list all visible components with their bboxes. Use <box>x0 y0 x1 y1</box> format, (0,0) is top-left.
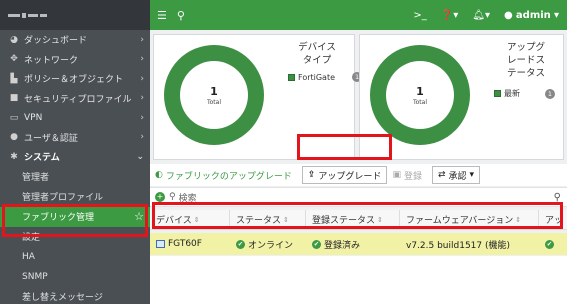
upgrade-status-legend: 最新 1 <box>494 88 555 99</box>
monitor-icon: ▭ <box>9 112 19 123</box>
sidebar-sub-fabric-management[interactable]: ファブリック管理 ☆ <box>0 206 150 227</box>
column-header-upgrade[interactable]: アッ <box>539 210 567 230</box>
fortigate-device-icon <box>156 240 165 248</box>
device-type-title: デバイス タイプ <box>298 42 336 66</box>
sort-icon: ⇕ <box>193 215 200 224</box>
sidebar-sub-admin-profiles[interactable]: 管理者プロファイル <box>0 187 150 207</box>
device-total-label: Total <box>206 98 221 106</box>
sidebar-item-vpn[interactable]: ▭ VPN › <box>0 108 150 128</box>
gear-icon: ✱ <box>10 151 18 162</box>
star-icon[interactable]: ☆ <box>134 210 144 223</box>
search-input[interactable]: 検索 <box>179 191 197 204</box>
admin-menu[interactable]: ● admin ▾ <box>504 10 559 21</box>
sidebar-sub-ha[interactable]: HA <box>0 247 150 267</box>
legend-swatch <box>288 73 295 81</box>
cli-console-icon[interactable]: >_ <box>413 10 426 21</box>
upgrade-button[interactable]: ⇪ アップグレード <box>301 166 388 184</box>
add-icon[interactable]: + <box>155 192 165 202</box>
caret-down-icon: ▾ <box>469 170 475 180</box>
sidebar-header <box>0 0 150 30</box>
sidebar-item-network[interactable]: ✥ ネットワーク › <box>0 50 150 70</box>
chevron-right-icon: › <box>140 112 144 123</box>
sidebar-sub-settings[interactable]: 設定 <box>0 227 150 247</box>
sidebar-item-security-profiles[interactable]: ■ セキュリティプロファイル › <box>0 89 150 109</box>
upgrade-total-label: Total <box>412 98 427 106</box>
upgrade-status-widget: 1 Total アップグ レードス テータス 最新 1 <box>359 34 564 160</box>
chevron-right-icon: › <box>140 73 144 84</box>
policy-icon: ▙ <box>10 73 18 84</box>
chevron-right-icon: › <box>140 54 144 65</box>
chevron-right-icon: › <box>140 132 144 143</box>
table-header: デバイス ⇕ ステータス ⇕ 登録ステータス ⇕ ファームウェアバージョン ⇕ アッ <box>150 209 567 230</box>
search-submit-icon[interactable]: ⚲ <box>554 192 561 203</box>
sidebar-item-policy[interactable]: ▙ ポリシー＆オブジェクト › <box>0 69 150 89</box>
upload-icon: ⇪ <box>307 170 316 180</box>
user-avatar-icon: ● <box>504 9 513 21</box>
legend-swatch <box>494 90 501 97</box>
device-total-count: 1 <box>210 84 218 98</box>
upgrade-status-donut: 1 Total <box>370 45 470 145</box>
column-header-status[interactable]: ステータス ⇕ <box>230 209 306 230</box>
check-circle-icon: ✔ <box>545 239 554 249</box>
sidebar-item-dashboard[interactable]: ◕ ダッシュボード › <box>0 30 150 50</box>
count-badge: 1 <box>545 88 555 99</box>
table-row[interactable]: FGT60F ✔ オンライン ✔ 登録済み v7.2.5 build1517 (機能… <box>150 233 567 255</box>
device-type-widget: 1 Total デバイス タイプ FortiGate 1 <box>153 34 363 160</box>
user-icon: ● <box>10 132 18 143</box>
check-circle-icon: ✔ <box>312 239 321 249</box>
cell-status: ✔ オンライン <box>236 239 294 251</box>
top-bar: ☰ ⚲ >_ ❓▾ 🔔︎▾ ● admin ▾ <box>150 0 567 30</box>
cell-device: FGT60F <box>150 233 230 255</box>
chevron-down-icon: ⌄ <box>136 151 144 162</box>
help-icon[interactable]: ❓▾ <box>441 10 458 21</box>
swap-icon: ⇄ <box>437 170 446 180</box>
search-icon[interactable]: ⚲ <box>177 9 185 22</box>
fortinet-logo <box>8 12 47 18</box>
column-header-device[interactable]: デバイス ⇕ <box>150 209 230 230</box>
sort-icon: ⇕ <box>515 215 522 224</box>
chevron-right-icon: › <box>140 93 144 104</box>
check-circle-icon: ✔ <box>236 239 245 249</box>
chevron-right-icon: › <box>140 34 144 45</box>
dashboard-icon: ◕ <box>10 34 18 45</box>
approve-dropdown[interactable]: ⇄ 承認 ▾ <box>431 166 481 184</box>
sidebar-sub-administrators[interactable]: 管理者 <box>0 167 150 187</box>
register-button[interactable]: ▣ 登録 <box>387 166 427 184</box>
column-header-registration[interactable]: 登録ステータス ⇕ <box>306 209 400 230</box>
register-icon: ▣ <box>392 170 401 180</box>
search-row: + ⚲ 検索 ⚲ <box>150 187 567 207</box>
upgrade-status-title: アップグ レードス テータス <box>506 42 545 79</box>
network-icon: ✥ <box>10 54 18 65</box>
sidebar: ◕ ダッシュボード › ✥ ネットワーク › ▙ ポリシー＆オブジェクト › ■ セキュリティ… <box>0 0 150 304</box>
search-icon: ⚲ <box>169 192 176 202</box>
fabric-icon: ◐ <box>155 170 163 180</box>
table-body-empty <box>150 256 567 304</box>
column-header-firmware[interactable]: ファームウェアバージョン ⇕ <box>400 209 539 230</box>
action-toolbar: ◐ ファブリックのアップグレード ⇪ アップグレード ▣ 登録 ⇄ 承認 ▾ <box>150 164 567 186</box>
cell-upgrade: ✔ <box>539 233 567 255</box>
device-type-donut: 1 Total <box>164 45 264 145</box>
lock-icon: ■ <box>9 93 19 104</box>
bell-icon[interactable]: 🔔︎▾ <box>472 10 490 21</box>
menu-icon[interactable]: ☰ <box>157 9 167 22</box>
sidebar-sub-snmp[interactable]: SNMP <box>0 267 150 287</box>
sort-icon: ⇕ <box>377 215 383 224</box>
cell-registration: ✔ 登録済み <box>312 239 361 251</box>
cell-firmware: v7.2.5 build1517 (機能) <box>406 240 511 251</box>
sort-icon: ⇕ <box>283 215 289 224</box>
fabric-upgrade-button[interactable]: ◐ ファブリックのアップグレード <box>150 166 297 184</box>
sidebar-item-system[interactable]: ✱ システム ⌄ <box>0 147 150 167</box>
sidebar-sub-replacement-messages[interactable]: 差し替えメッセージ <box>0 287 150 304</box>
sidebar-item-user-auth[interactable]: ● ユーザ＆認証 › <box>0 128 150 148</box>
device-type-legend: FortiGate 1 <box>288 72 363 82</box>
upgrade-total-count: 1 <box>416 84 424 98</box>
main-content: 1 Total デバイス タイプ FortiGate 1 1 Total アップ… <box>150 30 567 304</box>
